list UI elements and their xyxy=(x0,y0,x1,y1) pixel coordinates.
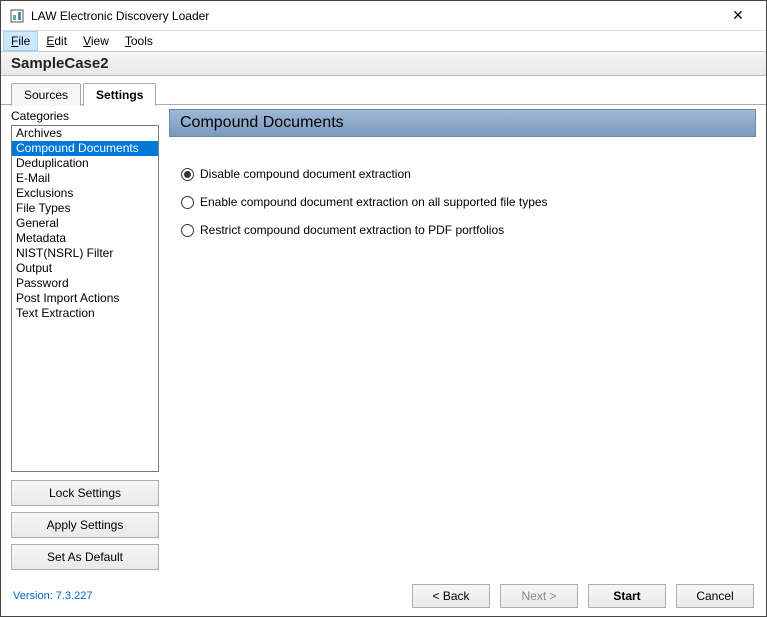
wizard-buttons: < Back Next > Start Cancel xyxy=(412,584,754,608)
sidebar-buttons: Lock Settings Apply Settings Set As Defa… xyxy=(11,480,159,570)
start-button[interactable]: Start xyxy=(588,584,666,608)
menu-view[interactable]: View xyxy=(75,31,117,51)
category-item[interactable]: E-Mail xyxy=(12,171,158,186)
category-item[interactable]: Archives xyxy=(12,126,158,141)
close-button[interactable]: ✕ xyxy=(718,7,758,24)
footer: Version: 7.3.227 < Back Next > Start Can… xyxy=(1,576,766,616)
category-item[interactable]: File Types xyxy=(12,201,158,216)
category-item[interactable]: Metadata xyxy=(12,231,158,246)
radio-icon xyxy=(181,168,194,181)
category-item[interactable]: General xyxy=(12,216,158,231)
menubar: File Edit View Tools xyxy=(1,31,766,51)
titlebar: LAW Electronic Discovery Loader ✕ xyxy=(1,1,766,31)
window-title: LAW Electronic Discovery Loader xyxy=(31,9,718,23)
cancel-button[interactable]: Cancel xyxy=(676,584,754,608)
category-item[interactable]: Compound Documents xyxy=(12,141,158,156)
panel-header: Compound Documents xyxy=(169,109,756,137)
case-title: SampleCase2 xyxy=(11,55,109,72)
radio-option[interactable]: Enable compound document extraction on a… xyxy=(181,195,744,209)
menu-edit[interactable]: Edit xyxy=(38,31,75,51)
menu-tools[interactable]: Tools xyxy=(117,31,161,51)
next-button[interactable]: Next > xyxy=(500,584,578,608)
categories-listbox[interactable]: ArchivesCompound DocumentsDeduplicationE… xyxy=(11,125,159,472)
category-item[interactable]: Password xyxy=(12,276,158,291)
menu-file[interactable]: File xyxy=(3,31,38,51)
app-icon xyxy=(9,8,25,24)
radio-option[interactable]: Disable compound document extraction xyxy=(181,167,744,181)
radio-option[interactable]: Restrict compound document extraction to… xyxy=(181,223,744,237)
lock-settings-button[interactable]: Lock Settings xyxy=(11,480,159,506)
version-label: Version: 7.3.227 xyxy=(13,590,412,602)
category-item[interactable]: Exclusions xyxy=(12,186,158,201)
tabs-row: Sources Settings xyxy=(1,76,766,105)
category-item[interactable]: NIST(NSRL) Filter xyxy=(12,246,158,261)
radio-label: Restrict compound document extraction to… xyxy=(200,223,504,237)
main-panel: Compound Documents Disable compound docu… xyxy=(169,109,756,570)
compound-documents-options: Disable compound document extraction Enab… xyxy=(169,137,756,570)
set-as-default-button[interactable]: Set As Default xyxy=(11,544,159,570)
tab-sources[interactable]: Sources xyxy=(11,83,81,106)
category-item[interactable]: Deduplication xyxy=(12,156,158,171)
category-item[interactable]: Output xyxy=(12,261,158,276)
back-button[interactable]: < Back xyxy=(412,584,490,608)
radio-label: Disable compound document extraction xyxy=(200,167,411,181)
categories-label: Categories xyxy=(11,109,159,123)
content-area: Categories ArchivesCompound DocumentsDed… xyxy=(1,104,766,576)
category-item[interactable]: Post Import Actions xyxy=(12,291,158,306)
categories-sidebar: Categories ArchivesCompound DocumentsDed… xyxy=(11,109,159,570)
tab-settings[interactable]: Settings xyxy=(83,83,156,106)
app-window: LAW Electronic Discovery Loader ✕ File E… xyxy=(0,0,767,617)
apply-settings-button[interactable]: Apply Settings xyxy=(11,512,159,538)
radio-icon xyxy=(181,196,194,209)
radio-icon xyxy=(181,224,194,237)
case-bar: SampleCase2 xyxy=(1,51,766,76)
radio-label: Enable compound document extraction on a… xyxy=(200,195,548,209)
category-item[interactable]: Text Extraction xyxy=(12,306,158,321)
